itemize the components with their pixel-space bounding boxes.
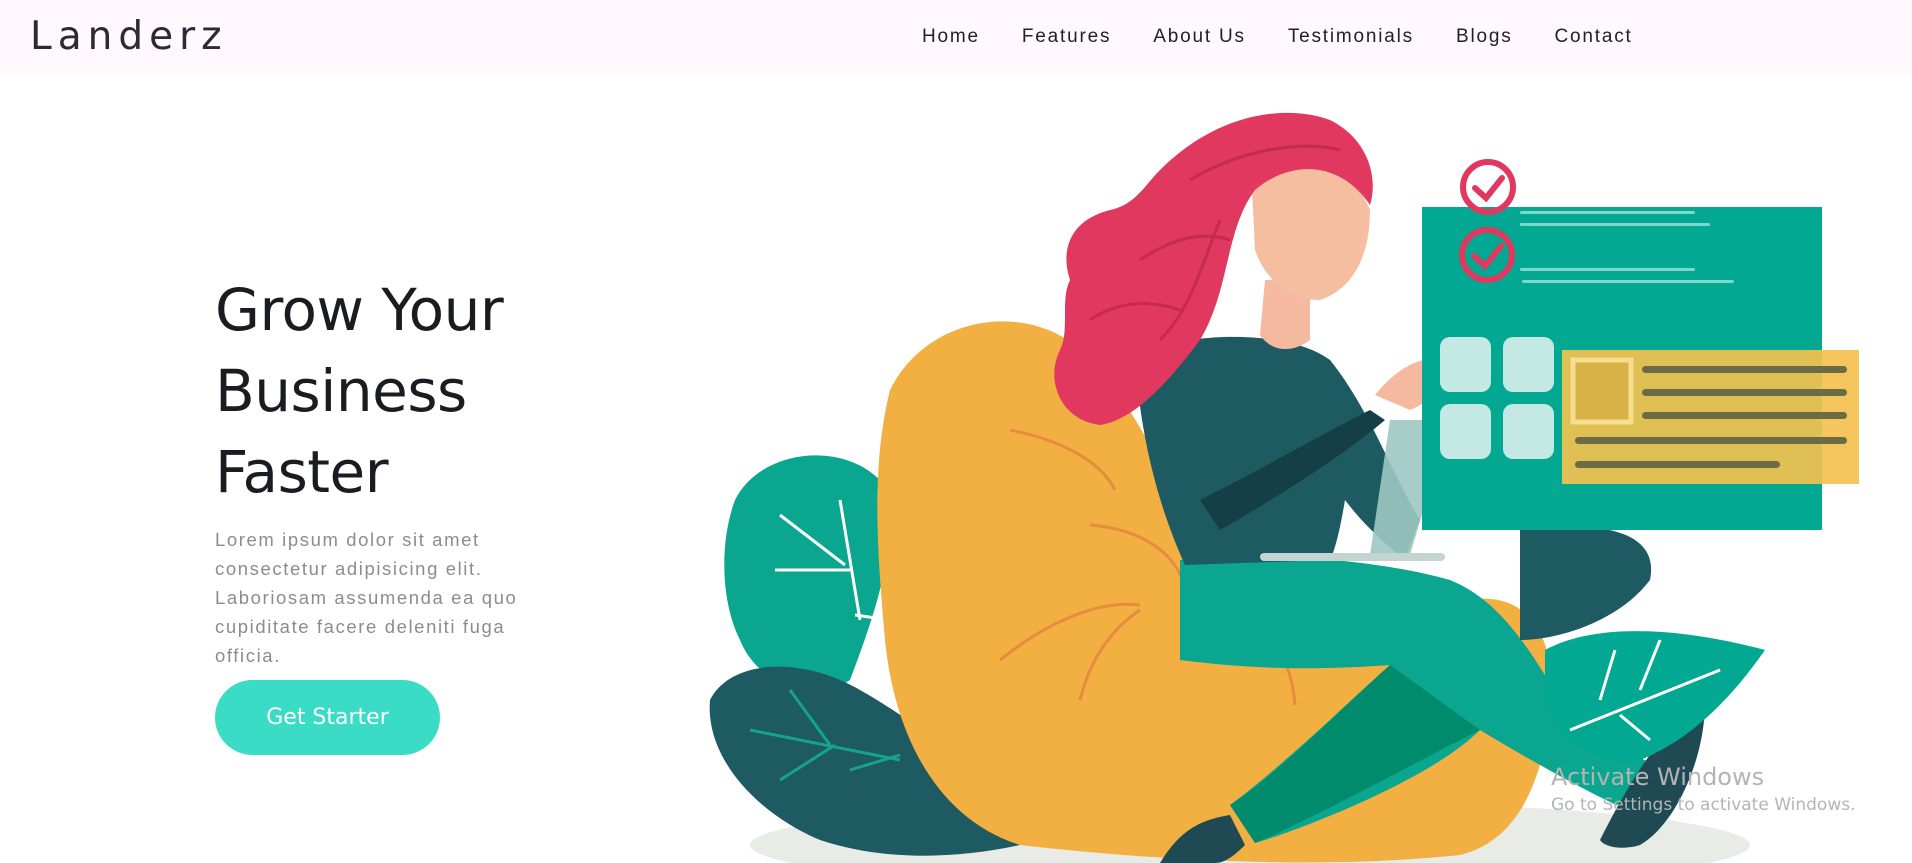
card-line — [1642, 389, 1847, 396]
hero-section: Grow Your Business Faster Lorem ipsum do… — [215, 270, 555, 670]
teal-leaf — [724, 455, 889, 690]
panel-tile — [1503, 404, 1554, 459]
dark-leaf-right — [1520, 526, 1652, 640]
nav-link-home[interactable]: Home — [922, 26, 980, 48]
card-line — [1575, 461, 1780, 468]
nav-link-features[interactable]: Features — [1022, 26, 1111, 48]
get-starter-button[interactable]: Get Starter — [215, 680, 440, 755]
panel-line — [1520, 211, 1695, 214]
panel-line — [1520, 223, 1710, 226]
card-line — [1575, 437, 1847, 444]
panel-tile — [1440, 404, 1491, 459]
card-image — [1570, 357, 1634, 425]
hero-description: Lorem ipsum dolor sit amet consectetur a… — [215, 529, 518, 666]
panel-tile — [1440, 337, 1491, 392]
panel-line — [1522, 280, 1734, 283]
nav-link-testimonials[interactable]: Testimonials — [1288, 26, 1414, 48]
nav-link-about-us[interactable]: About Us — [1153, 26, 1246, 48]
nav-links: Home Features About Us Testimonials Blog… — [922, 26, 1675, 48]
hero-title-line: Business — [215, 357, 467, 425]
laptop-base — [1260, 553, 1445, 561]
hero-title-line: Faster — [215, 438, 389, 506]
watermark-title: Activate Windows — [1551, 763, 1765, 791]
nav-link-contact[interactable]: Contact — [1555, 26, 1633, 48]
card-line — [1642, 366, 1847, 373]
card-line — [1642, 412, 1847, 419]
panel-line — [1520, 268, 1695, 271]
hero-title-line: Grow Your — [215, 276, 504, 344]
navbar: Landerz Home Features About Us Testimoni… — [0, 0, 1912, 75]
hero-illustration — [709, 112, 1859, 863]
brand-logo[interactable]: Landerz — [30, 14, 228, 59]
watermark-subtitle: Go to Settings to activate Windows. — [1551, 795, 1856, 815]
nav-link-blogs[interactable]: Blogs — [1456, 26, 1513, 48]
check-icon — [1460, 159, 1516, 215]
panel-tile — [1503, 337, 1554, 392]
windows-activation-watermark: Activate Windows Go to Settings to activ… — [1551, 763, 1856, 815]
hero-title: Grow Your Business Faster — [215, 270, 555, 513]
